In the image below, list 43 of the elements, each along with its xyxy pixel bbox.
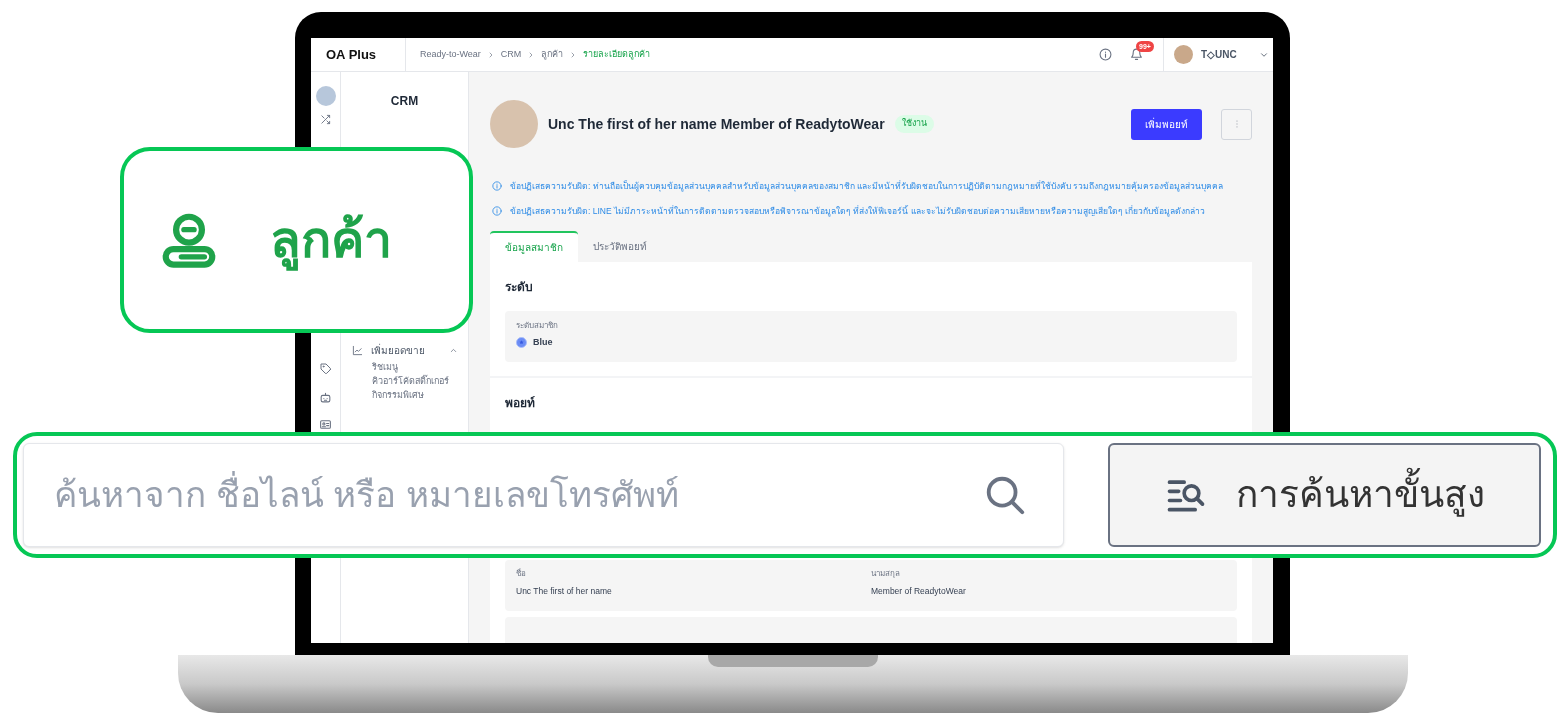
breadcrumb-link[interactable]: รายละเอียดลูกค้า <box>583 47 651 62</box>
tab[interactable]: ประวัติพอยท์ <box>578 231 662 262</box>
brand-name: OA Plus <box>326 45 377 64</box>
field-value: Blue <box>533 336 553 349</box>
menu-item-label: ลูกค้า <box>270 202 392 278</box>
field-value: Member of ReadytoWear <box>871 585 967 598</box>
breadcrumb-link[interactable]: Ready-to-Wear <box>420 47 481 62</box>
photo-placeholder <box>490 100 538 148</box>
disclaimer-text: ข้อปฏิเสธความรับผิด: ท่านถือเป็นผู้ควบคุมข้อมูลส่วนบุคคลสำหรับข้อมูลส่วนบุคคลของสมาชิก และมีหน้าที่รับผิดชอบในการปฏิบัติตามกฎหมายที่ใช้บังคับ รวมถึงกฎหมายคุ้มครองข้อมูลส่วนบุคคล <box>510 179 1224 193</box>
avatar[interactable] <box>315 86 336 106</box>
chart-icon <box>352 344 363 356</box>
field-value: Unc The first of her name <box>516 585 613 598</box>
info-icon <box>492 206 502 216</box>
section-heading: ระดับ <box>505 279 534 296</box>
customer-name: Unc The first of her name Member of ReadytoWear <box>548 114 885 134</box>
breadcrumb-link[interactable]: ลูกค้า <box>541 47 564 62</box>
robot-icon <box>319 391 332 404</box>
field-label: ชื่อ <box>516 568 527 580</box>
tab[interactable]: ข้อมูลสมาชิก <box>490 231 578 262</box>
id-card-icon <box>319 418 332 431</box>
shuffle-icon <box>320 114 331 125</box>
submenu-item[interactable]: กิจกรรมพิเศษ <box>341 388 468 402</box>
disclaimer-text: ข้อปฏิเสธความรับผิด: LINE ไม่มีภาระหน้าที่ในการติดตามตรวจสอบหรือพิจารณาข้อมูลใดๆ ที่ส่งให้ฟีเจอร์นี้ และจะไม่รับผิดชอบต่อความเสียหายหรือความสูญเสียใดๆ เกี่ยวกับข้อมูลดังกล่าว <box>510 204 1206 218</box>
more-button[interactable] <box>1221 108 1252 140</box>
info-icon <box>1099 48 1112 61</box>
tag-icon <box>319 363 332 375</box>
submenu-item[interactable]: ริชเมนู <box>341 360 468 374</box>
star-badge-icon <box>516 337 527 349</box>
breadcrumb-link[interactable]: CRM <box>500 47 522 62</box>
bell-icon <box>1130 48 1143 61</box>
field-label: นามสกุล <box>871 568 901 580</box>
sidebar-title: CRM <box>389 93 420 110</box>
avatar[interactable] <box>1174 45 1193 64</box>
user-name: T◇UNC <box>1201 48 1238 62</box>
section-heading: พอยท์ <box>505 395 536 412</box>
search-field[interactable]: ค้นหาจาก ชื่อไลน์ หรือ หมายเลขโทรศัพท์ <box>23 443 1064 547</box>
field-label: ระดับสมาชิก <box>516 320 559 332</box>
add-points-button[interactable]: เพิ่มพอยท์ <box>1131 108 1202 140</box>
sidebar-item[interactable]: เพิ่มยอดขาย <box>341 340 468 360</box>
submenu-item[interactable]: คิวอาร์โค้ดสติ๊กเกอร์ <box>341 374 468 388</box>
status-badge: ใช้งาน <box>894 115 934 133</box>
info-icon <box>492 181 502 191</box>
advanced-search-button[interactable]: การค้นหาขั้นสูง <box>1108 443 1541 547</box>
